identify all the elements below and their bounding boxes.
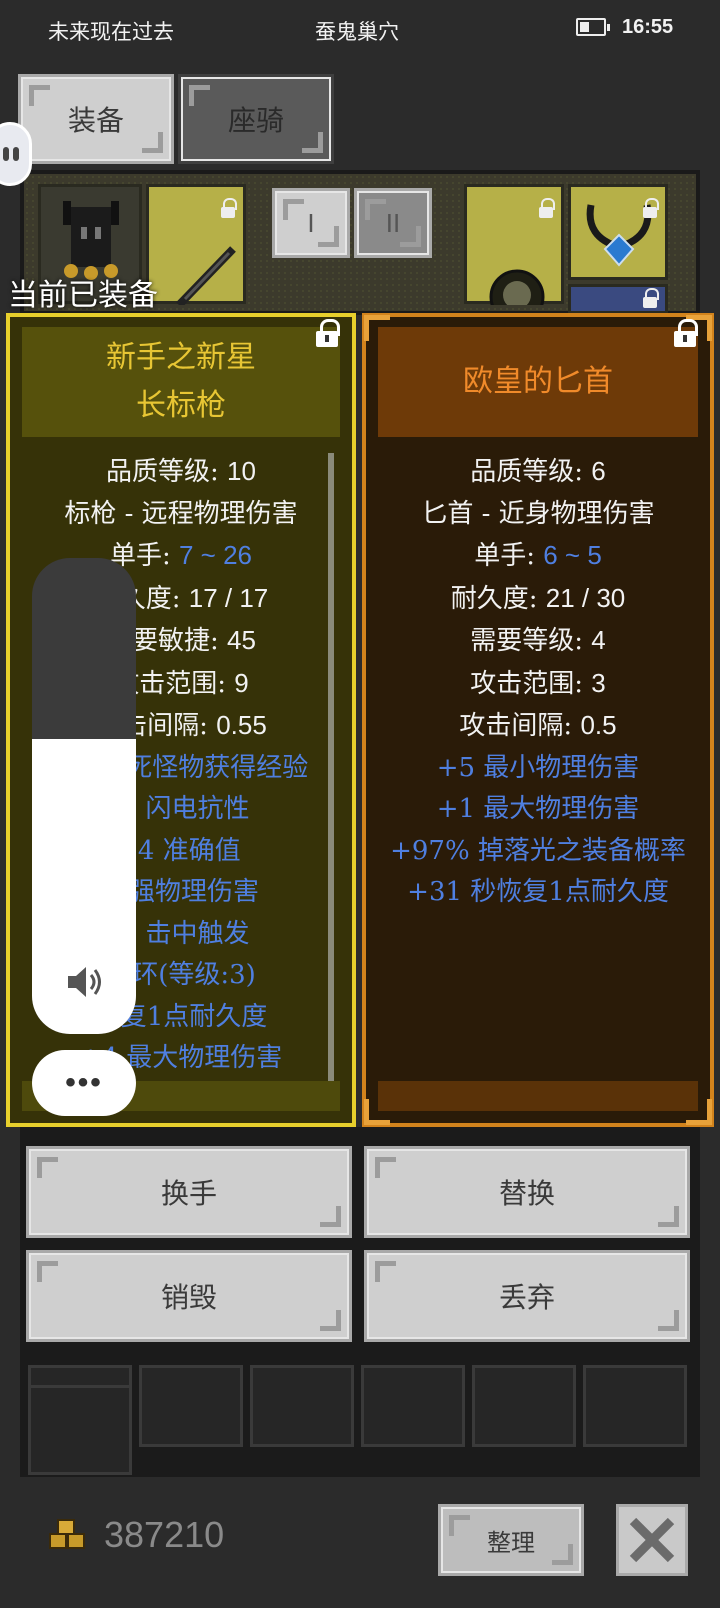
volume-slider[interactable] <box>32 558 136 1034</box>
stat-label: 耐久度: <box>450 583 546 614</box>
tab-equipment[interactable]: 装备 <box>18 74 174 164</box>
affix-row: +97% 掉落光之装备概率 <box>390 835 686 866</box>
tab-mount[interactable]: 座骑 <box>178 74 334 164</box>
slot-lock-icon <box>643 198 659 218</box>
stat-row: 需要等级: 4 <box>378 620 698 663</box>
discard-label: 丢弃 <box>498 1281 555 1314</box>
close-icon <box>629 1517 675 1563</box>
stat-row: 品质等级: 10 <box>22 451 340 494</box>
destroy-button[interactable]: 销毁 <box>26 1250 352 1342</box>
inventory-screen: 未来现在过去 蚕鬼巢穴 16:55 装备 座骑 I II 当前已装备 新手之新星… <box>0 0 720 1608</box>
ring-slot[interactable] <box>568 284 668 314</box>
stat-label: 匕首 - 近身物理伤害 <box>421 498 655 529</box>
affix-row: +31 秒恢复1点耐久度 <box>407 877 669 907</box>
equipped-item-name-line2: 长标枪 <box>136 388 226 423</box>
discard-button[interactable]: 丢弃 <box>364 1250 690 1342</box>
stat-label: 品质等级: <box>106 457 228 487</box>
stats-scrollbar[interactable] <box>328 453 334 1083</box>
weapon-set-1-label: I <box>307 207 315 238</box>
stat-label: 标枪 - 远程物理伤害 <box>64 498 298 529</box>
amulet-slot[interactable] <box>568 184 668 280</box>
swap-hand-label: 换手 <box>160 1177 217 1210</box>
stat-row: 匕首 - 近身物理伤害 <box>378 494 698 536</box>
slot-lock-icon <box>221 198 237 218</box>
close-button[interactable] <box>616 1504 688 1576</box>
offhand-slot[interactable] <box>464 184 564 325</box>
weapon-slot[interactable] <box>146 184 246 308</box>
floating-assistant-bubble[interactable] <box>0 122 32 186</box>
status-bar: 未来现在过去 蚕鬼巢穴 16:55 <box>0 0 720 62</box>
replace-label: 替换 <box>498 1177 555 1210</box>
status-time: 16:55 <box>622 16 674 38</box>
stat-row: 攻击范围: 3 <box>378 663 698 706</box>
sort-button[interactable]: 整理 <box>438 1504 584 1576</box>
stat-label: 需要等级: <box>470 626 592 656</box>
lock-icon[interactable] <box>316 319 340 347</box>
stat-value: 17 / 17 <box>188 582 269 613</box>
stat-row: 单手: 6 ~ 5 <box>378 535 698 578</box>
compare-item-name: 欧皇的匕首 <box>463 364 613 399</box>
weapon-set-1-button[interactable]: I <box>272 188 350 258</box>
stat-value: 45 <box>227 625 256 655</box>
sort-label: 整理 <box>487 1528 535 1557</box>
weapon-set-2-button[interactable]: II <box>354 188 432 258</box>
stat-label: 单手: <box>474 541 544 571</box>
stat-value: 3 <box>591 667 606 698</box>
slot-lock-icon <box>643 288 659 308</box>
stat-value: 4 <box>591 625 606 655</box>
affix-row: +1 最大物理伤害 <box>436 794 640 824</box>
inventory-cell[interactable] <box>250 1365 354 1447</box>
stat-label: 攻击间隔: <box>459 711 581 741</box>
affix-row: +5 最小物理伤害 <box>436 752 640 783</box>
inventory-cell[interactable] <box>583 1365 687 1447</box>
inventory-cell[interactable] <box>28 1385 132 1475</box>
stat-row: 攻击间隔: 0.5 <box>378 705 698 748</box>
panel-footer <box>378 1081 698 1111</box>
current-equipped-label: 当前已装备 <box>8 278 158 313</box>
equipped-item-header: 新手之新星 长标枪 <box>22 327 340 437</box>
compare-item-stats: 品质等级: 6 匕首 - 近身物理伤害 单手: 6 ~ 5 耐久度: 21 / … <box>378 451 698 914</box>
destroy-label: 销毁 <box>160 1281 217 1314</box>
inventory-cell[interactable] <box>472 1365 576 1447</box>
tab-mount-label: 座骑 <box>227 104 284 137</box>
stat-value: 9 <box>234 667 249 698</box>
compare-item-panel[interactable]: 欧皇的匕首 品质等级: 6 匕首 - 近身物理伤害 单手: 6 ~ 5 耐久度:… <box>362 313 714 1127</box>
stat-value: 0.5 <box>580 710 617 740</box>
tab-equipment-label: 装备 <box>67 104 124 137</box>
weapon-set-2-label: II <box>385 207 401 238</box>
stat-value: 7 ~ 26 <box>179 540 253 570</box>
stat-value: 21 / 30 <box>545 582 626 613</box>
stat-value: 6 ~ 5 <box>543 540 602 570</box>
stat-row: 标枪 - 远程物理伤害 <box>22 494 340 536</box>
stat-label: 攻击范围: <box>470 668 592 699</box>
stat-row: 耐久度: 21 / 30 <box>378 578 698 621</box>
stat-row: 品质等级: 6 <box>378 451 698 494</box>
stat-value: 6 <box>591 456 606 486</box>
status-left-text: 未来现在过去 <box>48 20 174 44</box>
equipped-item-name-line1: 新手之新星 <box>106 340 256 375</box>
replace-button[interactable]: 替换 <box>364 1146 690 1238</box>
lock-icon[interactable] <box>674 319 698 347</box>
stat-value: 0.55 <box>216 710 267 740</box>
compare-item-header: 欧皇的匕首 <box>378 327 698 437</box>
battery-icon <box>576 18 610 36</box>
inventory-cell[interactable] <box>361 1365 465 1447</box>
more-options-button[interactable]: ••• <box>32 1050 136 1116</box>
stat-value: 10 <box>227 456 256 486</box>
swap-hand-button[interactable]: 换手 <box>26 1146 352 1238</box>
slot-lock-icon <box>539 198 555 218</box>
gold-icon <box>49 1519 85 1549</box>
gold-amount: 387210 <box>104 1514 225 1555</box>
stat-label: 品质等级: <box>470 457 592 487</box>
inventory-cell[interactable] <box>139 1365 243 1447</box>
status-center-text: 蚕鬼巢穴 <box>315 20 399 44</box>
speaker-icon <box>68 967 101 997</box>
more-icon: ••• <box>65 1066 103 1099</box>
